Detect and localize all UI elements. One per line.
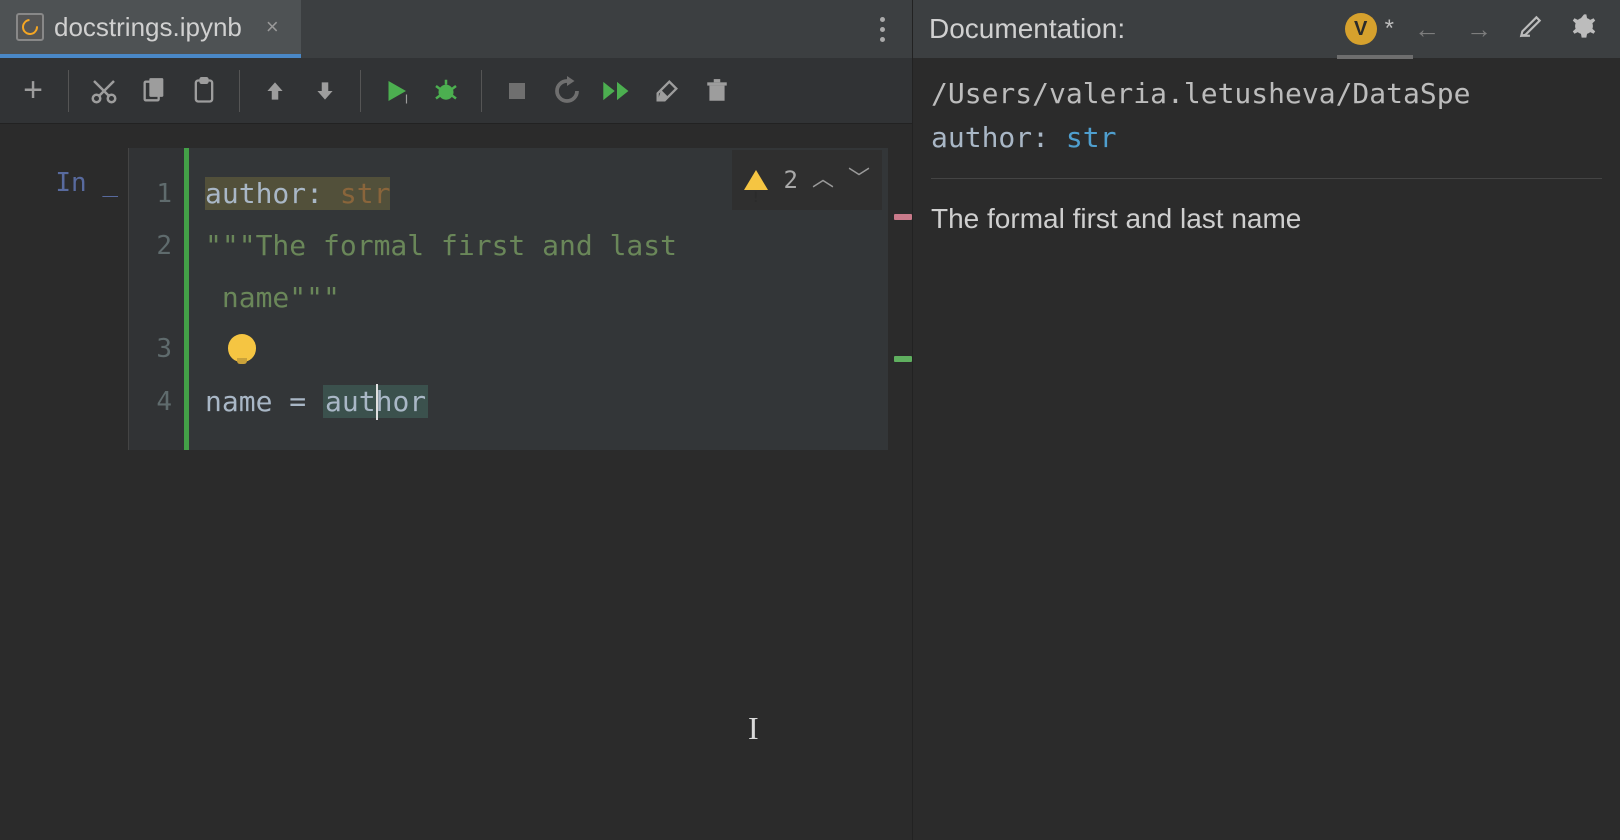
ok-marker[interactable] (894, 356, 912, 362)
editor-pane: docstrings.ipynb × I (0, 0, 912, 840)
intention-bulb-icon[interactable] (228, 334, 256, 362)
documentation-pane: Documentation: V * ← → /Users/valeria.le… (912, 0, 1620, 840)
doc-description: The formal first and last name (931, 197, 1602, 241)
code-line-2b[interactable]: name""" (205, 272, 876, 324)
code-content[interactable]: 2 ︿ ﹀ author: str """The formal first an… (184, 148, 888, 450)
copy-button[interactable] (131, 68, 177, 114)
documentation-title: Documentation: (929, 13, 1125, 45)
doc-symbol-signature: author: str (931, 116, 1602, 160)
toolbar-separator (68, 70, 69, 112)
code-cell[interactable]: In _ 1 2 3 4 2 ︿ ﹀ author: str """The fo… (0, 148, 888, 450)
doc-forward-button[interactable]: → (1460, 14, 1498, 45)
add-cell-button[interactable] (10, 68, 56, 114)
debug-cell-button[interactable] (423, 68, 469, 114)
line-number: 1 (129, 168, 172, 220)
stop-button[interactable] (494, 68, 540, 114)
toolbar-separator (481, 70, 482, 112)
doc-divider (931, 178, 1602, 179)
close-tab-icon[interactable]: × (266, 14, 279, 40)
warning-marker[interactable] (894, 214, 912, 220)
run-all-button[interactable] (594, 68, 640, 114)
error-stripe[interactable] (892, 148, 912, 840)
tab-overflow-button[interactable] (852, 0, 912, 58)
code-area[interactable]: In _ 1 2 3 4 2 ︿ ﹀ author: str """The fo… (0, 124, 912, 840)
tab-bar: docstrings.ipynb × (0, 0, 912, 58)
code-line-3[interactable] (205, 324, 876, 376)
restart-button[interactable] (544, 68, 590, 114)
ibeam-cursor-icon: I (748, 710, 759, 747)
modified-indicator: * (1385, 15, 1394, 43)
doc-source-indicator[interactable]: V (1345, 13, 1377, 45)
run-cell-button[interactable]: I (373, 68, 419, 114)
line-number-gutter: 1 2 3 4 (128, 148, 184, 450)
line-number: 3 (129, 272, 172, 376)
cell-prompt: In _ (0, 148, 128, 450)
doc-file-path: /Users/valeria.letusheva/DataSpe (931, 72, 1602, 116)
delete-cell-button[interactable] (694, 68, 740, 114)
toolbar-separator (239, 70, 240, 112)
paste-button[interactable] (181, 68, 227, 114)
line-number: 4 (129, 376, 172, 428)
user-avatar-icon: V (1345, 13, 1377, 45)
code-line-2[interactable]: """The formal first and last (205, 220, 876, 272)
move-down-button[interactable] (302, 68, 348, 114)
toolbar-separator (360, 70, 361, 112)
svg-text:I: I (405, 92, 408, 106)
notebook-toolbar: I (0, 58, 912, 124)
doc-back-button[interactable]: ← (1408, 14, 1446, 45)
code-line-1[interactable]: author: str (205, 168, 876, 220)
code-line-4[interactable]: name = author (205, 376, 876, 428)
doc-settings-button[interactable] (1564, 12, 1604, 47)
cut-button[interactable] (81, 68, 127, 114)
move-up-button[interactable] (252, 68, 298, 114)
more-vertical-icon (880, 17, 885, 42)
tab-filename: docstrings.ipynb (54, 12, 242, 43)
documentation-body: /Users/valeria.letusheva/DataSpe author:… (913, 58, 1620, 840)
jupyter-file-icon (16, 13, 44, 41)
clear-outputs-button[interactable] (644, 68, 690, 114)
file-tab[interactable]: docstrings.ipynb × (0, 0, 301, 58)
edit-source-button[interactable] (1512, 13, 1550, 46)
text-caret (376, 384, 378, 420)
documentation-header: Documentation: V * ← → (913, 0, 1620, 58)
line-number: 2 (129, 220, 172, 272)
